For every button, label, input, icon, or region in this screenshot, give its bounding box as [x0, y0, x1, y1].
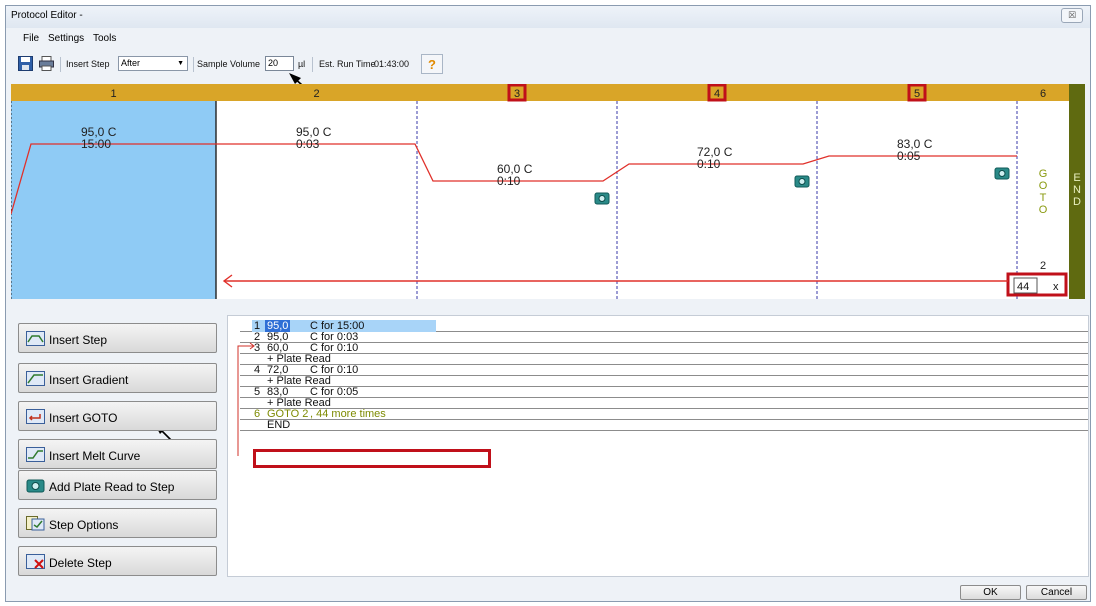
goto-label-letter: O	[1039, 204, 1048, 216]
end-label-letter: E	[1073, 172, 1080, 184]
camera-icon[interactable]	[594, 192, 610, 205]
step-hold-time[interactable]: 0:10	[497, 174, 521, 188]
insert-goto-icon	[26, 409, 45, 424]
insert-gradient-button[interactable]: Insert Gradient	[18, 363, 217, 393]
window-title: Protocol Editor -	[11, 10, 83, 21]
menu-settings[interactable]: Settings	[48, 33, 84, 44]
step-number-3[interactable]: 3	[514, 88, 520, 100]
chevron-down-icon: ▼	[177, 60, 184, 67]
step-options-label: Step Options	[49, 518, 119, 532]
ok-button[interactable]: OK	[960, 585, 1021, 600]
goto-repeat-clear-button[interactable]: x	[1053, 281, 1059, 293]
protocol-graph[interactable]: 195,0 C15:00295,0 C0:03360,0 C0:10472,0 …	[11, 84, 1085, 299]
insert-step-label: Insert Step	[66, 59, 110, 69]
toolbar-separator	[193, 57, 194, 72]
menu-tools[interactable]: Tools	[93, 33, 116, 44]
goto-label-letter: T	[1040, 192, 1047, 204]
menu-file[interactable]: File	[23, 33, 39, 44]
add-plate-read-to-step-label: Add Plate Read to Step	[49, 480, 175, 494]
goto-target-step: 2	[1040, 260, 1046, 272]
goto-label-letter: O	[1039, 180, 1048, 192]
step-actions-panel: Insert Step Insert Gradient Insert GOTO Ins…	[11, 308, 221, 578]
print-icon[interactable]	[39, 56, 54, 71]
protocol-text-list[interactable]: 1 95,0 C for 15:00 2 95,0 C for 0:03 3 60,0 C fo…	[227, 315, 1089, 577]
end-label-letter: D	[1073, 196, 1081, 208]
step-hold-time[interactable]: 0:05	[897, 149, 921, 163]
menu-bar: File Settings Tools	[6, 30, 1090, 48]
insert-step-label: Insert Step	[49, 333, 108, 347]
step-number-6[interactable]: 6	[1040, 88, 1046, 100]
goto-row-highlight	[253, 449, 491, 468]
title-bar: Protocol Editor - ☒	[6, 6, 1090, 28]
camera-icon[interactable]	[794, 175, 810, 188]
delete-step-icon	[26, 554, 45, 569]
step-hold-time[interactable]: 0:10	[697, 157, 721, 171]
goto-label-letter: G	[1039, 168, 1048, 180]
sample-volume-unit: µl	[298, 59, 306, 69]
delete-step-label: Delete Step	[49, 556, 112, 570]
row-temperature: END	[267, 419, 291, 431]
insert-step-value: After	[121, 58, 141, 68]
toolbar-separator	[312, 57, 313, 72]
sample-volume-input[interactable]: 20	[265, 56, 294, 71]
run-time-label: Est. Run Time	[319, 59, 376, 69]
toolbar: Insert Step After ▼ Sample Volume 20 µl …	[6, 49, 1090, 79]
close-button[interactable]: ☒	[1061, 8, 1083, 23]
save-icon[interactable]	[18, 56, 33, 71]
step-number-4[interactable]: 4	[714, 88, 720, 100]
step-hold-time[interactable]: 0:03	[296, 137, 320, 151]
toolbar-separator	[60, 57, 61, 72]
step-number-2[interactable]: 2	[313, 88, 319, 100]
insert-gradient-label: Insert Gradient	[49, 373, 129, 387]
step-options-icon	[26, 516, 45, 531]
step-options-button[interactable]: Step Options	[18, 508, 217, 538]
step-number-1[interactable]: 1	[110, 88, 116, 100]
insert-step-button[interactable]: Insert Step	[18, 323, 217, 353]
insert-melt-curve-icon	[26, 447, 45, 462]
step-number-5[interactable]: 5	[914, 88, 920, 100]
camera-icon[interactable]	[994, 167, 1010, 180]
insert-goto-label: Insert GOTO	[49, 411, 118, 425]
goto-repeat-value: 44	[1017, 281, 1029, 293]
add-plate-read-to-step-button[interactable]: Add Plate Read to Step	[18, 470, 217, 500]
delete-step-button[interactable]: Delete Step	[18, 546, 217, 576]
camera-icon	[26, 479, 45, 493]
insert-melt-curve-label: Insert Melt Curve	[49, 449, 141, 463]
step-hold-time[interactable]: 15:00	[81, 137, 111, 151]
end-label-letter: N	[1073, 184, 1081, 196]
insert-goto-button[interactable]: Insert GOTO	[18, 401, 217, 431]
insert-gradient-icon	[26, 371, 45, 386]
goto-loop-indicator	[237, 342, 255, 456]
cancel-button[interactable]: Cancel	[1026, 585, 1087, 600]
insert-step-icon	[26, 331, 45, 346]
insert-melt-curve-button[interactable]: Insert Melt Curve	[18, 439, 217, 469]
protocol-row[interactable]: END	[240, 419, 1088, 431]
sample-volume-label: Sample Volume	[197, 59, 261, 69]
run-time-value: 01:43:00	[374, 59, 410, 69]
help-button[interactable]: ?	[421, 54, 443, 74]
insert-step-select[interactable]: After ▼	[118, 56, 188, 71]
